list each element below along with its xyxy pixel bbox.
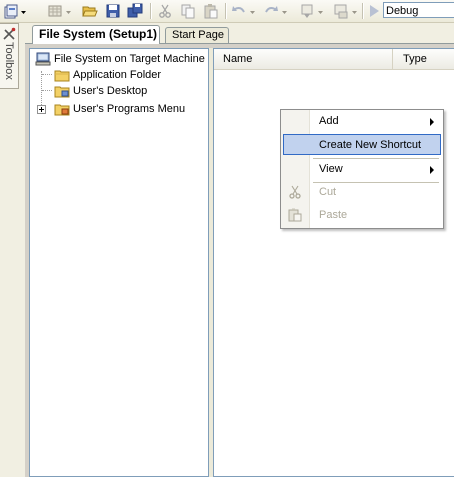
folder-icon xyxy=(54,67,70,83)
list-header: Name Type xyxy=(214,49,454,70)
solution-configuration-combo[interactable]: Debug xyxy=(383,2,454,18)
copy-icon[interactable] xyxy=(180,3,196,19)
programs-folder-icon xyxy=(54,101,70,117)
toolbar-separator xyxy=(150,3,152,19)
menu-item-paste[interactable]: Paste xyxy=(283,205,441,226)
tree-node-application-folder[interactable]: Application Folder xyxy=(54,67,204,83)
submenu-arrow-icon xyxy=(430,118,434,126)
menu-item-label: Create New Shortcut xyxy=(319,139,422,151)
publish-icon[interactable] xyxy=(333,3,349,19)
tree-node-label: User's Programs Menu xyxy=(73,103,186,115)
cut-icon[interactable] xyxy=(157,3,173,19)
menu-item-add[interactable]: Add xyxy=(283,111,441,132)
menu-item-label: Paste xyxy=(319,209,348,221)
tree-node-label: Application Folder xyxy=(73,69,162,81)
redo-icon[interactable] xyxy=(263,3,279,19)
toolbox-icon xyxy=(2,27,16,41)
tree-node-label: User's Desktop xyxy=(73,85,148,97)
expand-toggle[interactable] xyxy=(37,105,46,114)
menu-item-label: Cut xyxy=(319,186,337,198)
navigate-dropdown-icon[interactable] xyxy=(318,7,323,15)
start-icon[interactable] xyxy=(366,3,382,19)
tree-node-users-desktop[interactable]: User's Desktop xyxy=(54,83,204,99)
tree-node-label: File System on Target Machine xyxy=(54,53,205,65)
paste-icon[interactable] xyxy=(203,3,219,19)
context-menu: Add Create New Shortcut View Cut Paste xyxy=(280,109,444,229)
toolbox-tab[interactable]: Toolbox xyxy=(0,23,19,89)
tab-start-page[interactable]: Start Page xyxy=(165,27,229,43)
menu-item-label: View xyxy=(319,163,343,175)
desktop-folder-icon xyxy=(54,83,70,99)
menu-item-view[interactable]: View xyxy=(283,159,441,180)
submenu-arrow-icon xyxy=(430,166,434,174)
tree-node-root[interactable]: File System on Target Machine xyxy=(35,51,205,67)
toolbar-separator xyxy=(225,3,227,19)
navigate-icon[interactable] xyxy=(299,3,315,19)
new-project-icon[interactable] xyxy=(3,3,19,19)
add-item-icon[interactable] xyxy=(47,3,63,19)
undo-icon[interactable] xyxy=(231,3,247,19)
computer-icon xyxy=(35,51,51,67)
publish-dropdown-icon[interactable] xyxy=(352,7,357,15)
save-icon[interactable] xyxy=(105,3,121,19)
column-header-name[interactable]: Name xyxy=(214,49,393,69)
menu-item-create-new-shortcut[interactable]: Create New Shortcut xyxy=(283,134,441,155)
tree-connector xyxy=(42,74,52,75)
redo-dropdown-icon[interactable] xyxy=(282,7,287,15)
column-header-type[interactable]: Type xyxy=(394,49,454,69)
toolbar-separator xyxy=(362,3,364,19)
tree-connector xyxy=(42,90,52,91)
add-item-dropdown-icon[interactable] xyxy=(66,7,71,15)
menu-item-cut[interactable]: Cut xyxy=(283,182,441,203)
toolbox-label: Toolbox xyxy=(3,42,15,80)
tab-file-system[interactable]: File System (Setup1) xyxy=(32,25,160,44)
save-all-icon[interactable] xyxy=(127,3,143,19)
folder-tree[interactable]: File System on Target Machine Applicatio… xyxy=(29,48,209,477)
cut-icon xyxy=(288,185,302,199)
standard-toolbar: Debug xyxy=(0,0,454,23)
paste-icon xyxy=(288,208,302,222)
new-project-dropdown-icon[interactable] xyxy=(21,7,26,15)
undo-dropdown-icon[interactable] xyxy=(250,7,255,15)
document-tabs: File System (Setup1) Start Page xyxy=(25,25,454,44)
tree-node-users-programs-menu[interactable]: User's Programs Menu xyxy=(54,101,204,117)
open-icon[interactable] xyxy=(82,3,98,19)
menu-item-label: Add xyxy=(319,115,339,127)
